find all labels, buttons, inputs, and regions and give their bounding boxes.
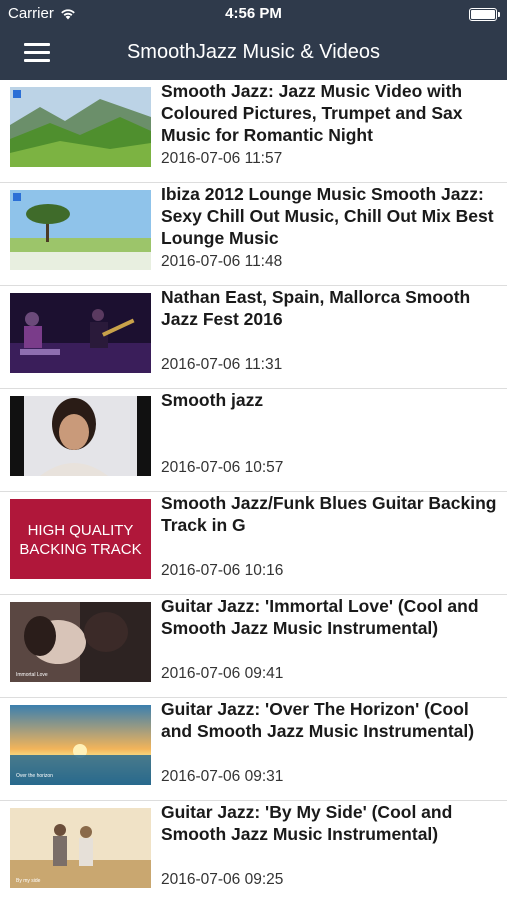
video-list-item[interactable]: Ibiza 2012 Lounge Music Smooth Jazz: Sex… <box>0 183 507 286</box>
video-list-item[interactable]: HIGH QUALITY BACKING TRACK Smooth Jazz/F… <box>0 492 507 595</box>
battery-icon <box>469 8 500 21</box>
thumb-caption: Immortal Love <box>16 672 48 678</box>
video-title: Smooth Jazz: Jazz Music Video with Colou… <box>161 81 463 145</box>
video-list-item[interactable]: Over the horizon Guitar Jazz: 'Over The … <box>0 698 507 801</box>
video-title: Guitar Jazz: 'Immortal Love' (Cool and S… <box>161 596 479 638</box>
status-time: 4:56 PM <box>225 5 282 22</box>
video-title: Smooth Jazz/Funk Blues Guitar Backing Tr… <box>161 493 497 535</box>
video-title: Guitar Jazz: 'Over The Horizon' (Cool an… <box>161 699 475 741</box>
video-thumbnail[interactable]: HIGH QUALITY BACKING TRACK <box>10 499 151 579</box>
video-date: 2016-07-06 10:57 <box>161 459 284 476</box>
video-date: 2016-07-06 11:48 <box>161 253 283 270</box>
video-title: Nathan East, Spain, Mallorca Smooth Jazz… <box>161 287 471 329</box>
video-date: 2016-07-06 09:41 <box>161 665 284 682</box>
backing-track-card-image: HIGH QUALITY BACKING TRACK <box>10 499 151 579</box>
top-bar: Carrier 4:56 PM SmoothJazz Music & Video… <box>0 0 507 80</box>
video-thumbnail[interactable]: By my side <box>10 808 151 888</box>
navigation-bar: SmoothJazz Music & Videos <box>0 28 507 80</box>
video-list[interactable]: Smooth Jazz: Jazz Music Video with Colou… <box>0 80 507 900</box>
video-thumbnail[interactable]: Over the horizon <box>10 705 151 785</box>
man-portrait-image <box>10 396 151 476</box>
thumb-caption: Over the horizon <box>16 773 53 779</box>
sunset-horizon-image: Over the horizon <box>10 705 151 785</box>
status-bar: Carrier 4:56 PM <box>0 0 507 28</box>
thumb-text-line-1: HIGH QUALITY <box>28 522 134 539</box>
video-date: 2016-07-06 11:31 <box>161 356 283 373</box>
video-date: 2016-07-06 11:57 <box>161 150 283 167</box>
page-title: SmoothJazz Music & Videos <box>126 41 381 63</box>
video-thumbnail[interactable] <box>10 293 151 373</box>
couple-embrace-image: Immortal Love <box>10 602 151 682</box>
video-title: Smooth jazz <box>161 390 264 410</box>
video-list-item[interactable]: Nathan East, Spain, Mallorca Smooth Jazz… <box>0 286 507 389</box>
thumb-text-line-2: BACKING TRACK <box>19 541 141 558</box>
couple-walking-image: By my side <box>10 808 151 888</box>
video-list-item[interactable]: Smooth Jazz: Jazz Music Video with Colou… <box>0 80 507 183</box>
video-date: 2016-07-06 09:31 <box>161 768 284 785</box>
video-list-item[interactable]: By my side Guitar Jazz: 'By My Side' (Co… <box>0 801 507 900</box>
video-title: Guitar Jazz: 'By My Side' (Cool and Smoo… <box>161 802 453 844</box>
tree-in-flower-field-image <box>10 190 151 270</box>
band-on-stage-image <box>10 293 151 373</box>
video-list-item[interactable]: Smooth jazz 2016-07-06 10:57 <box>0 389 507 492</box>
video-thumbnail[interactable] <box>10 190 151 270</box>
video-thumbnail[interactable]: Immortal Love <box>10 602 151 682</box>
video-thumbnail[interactable] <box>10 87 151 167</box>
thumb-caption: By my side <box>16 878 41 884</box>
video-title: Ibiza 2012 Lounge Music Smooth Jazz: Sex… <box>161 184 494 248</box>
green-mountain-valley-image <box>10 87 151 167</box>
video-date: 2016-07-06 09:25 <box>161 871 284 888</box>
video-list-item[interactable]: Immortal Love Guitar Jazz: 'Immortal Lov… <box>0 595 507 698</box>
video-date: 2016-07-06 10:16 <box>161 562 284 579</box>
video-thumbnail[interactable] <box>10 396 151 476</box>
